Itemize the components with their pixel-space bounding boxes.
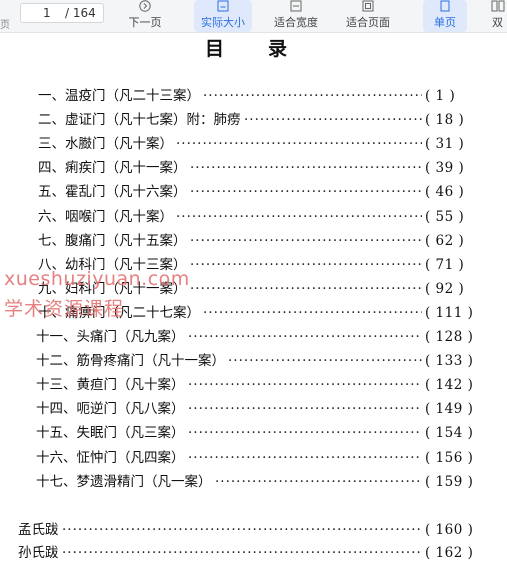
toc-entry[interactable]: 七、腹痛门（凡十五案） ·····························… (0, 230, 507, 252)
double-page-button[interactable]: 双 (488, 0, 507, 32)
next-page-icon (139, 0, 151, 12)
toc-leader-dots: ········································… (188, 449, 422, 466)
double-page-label: 双 (492, 16, 503, 29)
next-page-label: 下一页 (128, 16, 162, 29)
toc-title: 目录 (205, 38, 332, 60)
toc-entry[interactable]: 十四、呃逆门（凡八案） ·····························… (0, 398, 507, 420)
toc-leader-dots: ········································… (176, 136, 422, 153)
viewer-toolbar: 页 1 / 164 下一页 实际大小 适合宽度 适合页面 单页 双 (0, 0, 507, 33)
toc-entry-label: 孙氏跋 (18, 545, 59, 561)
toc-entry-label: 十七、梦遗滑精门（凡一案） (36, 473, 212, 490)
toc-entry-label: 五、霍乱门（凡十六案） (38, 184, 187, 201)
toc-entry[interactable]: 六、咽喉门（凡十案） ······························… (0, 206, 507, 228)
toc-leader-dots: ········································… (188, 401, 422, 418)
fit-page-label: 适合页面 (346, 16, 390, 29)
toc-entry-page: ( 31 ) (425, 136, 465, 153)
page-total: / 164 (65, 6, 96, 20)
toc-entry-label: 四、痢疾门（凡十一案） (38, 160, 187, 177)
double-page-icon (491, 0, 504, 12)
toc-leader-dots: ········································… (190, 280, 422, 297)
toc-entry-label: 三、水臌门（凡十案） (38, 136, 173, 153)
toc-entry-label: 十六、怔忡门（凡四案） (36, 449, 185, 466)
fit-width-icon (290, 0, 302, 12)
actual-size-label: 实际大小 (201, 16, 245, 29)
toc-entry-page: ( 154 ) (425, 425, 474, 442)
toc-entry[interactable]: 十六、怔忡门（凡四案） ·····························… (0, 447, 507, 469)
toc-leader-dots: ········································… (62, 545, 422, 561)
toc-entry-label: 二、虚证门（凡十七案）附：肺痨 (38, 112, 241, 129)
toc-entry[interactable]: 十二、筋骨疼痛门（凡十一案） ··························… (0, 350, 507, 372)
single-page-label: 单页 (434, 16, 456, 29)
page-current[interactable]: 1 (43, 4, 51, 22)
actual-size-button[interactable]: 实际大小 (194, 0, 252, 32)
toc-entry-page: ( 92 ) (425, 280, 465, 297)
toc-entry-page: ( 160 ) (425, 522, 474, 538)
toc-entry-label: 六、咽喉门（凡十案） (38, 208, 173, 225)
toc-entry-page: ( 162 ) (425, 545, 474, 561)
toc-entry-page: ( 111 ) (425, 304, 474, 321)
toc-entry[interactable]: 十五、失眠门（凡三案） ·····························… (0, 422, 507, 444)
toc-leader-dots: ········································… (190, 160, 422, 177)
toc-leader-dots: ········································… (188, 329, 422, 345)
toc-leader-dots: ········································… (188, 377, 422, 394)
toc-entry[interactable]: 孟氏跋 ·····································… (0, 519, 507, 541)
toc-entry-page: ( 1 ) (425, 88, 456, 104)
toc-entry[interactable]: 四、痢疾门（凡十一案） ·····························… (0, 157, 507, 179)
watermark-url: xueshuziyuan.com (4, 268, 190, 290)
toc-entry[interactable]: 孙氏跋 ·····································… (0, 542, 507, 564)
single-page-icon (440, 0, 450, 12)
fit-page-button[interactable]: 适合页面 (338, 0, 398, 32)
toc-leader-dots: ········································… (190, 256, 422, 273)
toc-entry-page: ( 46 ) (425, 184, 465, 201)
toc-entry-page: ( 71 ) (425, 256, 465, 273)
toc-entry[interactable]: 十一、头痛门（凡九案） ·····························… (0, 326, 507, 348)
toc-entry-label: 十四、呃逆门（凡八案） (36, 401, 185, 418)
toc-entry-label: 十三、黄疸门（凡十案） (36, 377, 185, 394)
toc-entry[interactable]: 三、水臌门（凡十案） ······························… (0, 133, 507, 155)
toc-leader-dots: ········································… (203, 88, 422, 104)
toc-entry-page: ( 133 ) (425, 353, 474, 370)
toc-entry-label: 十二、筋骨疼痛门（凡十一案） (36, 353, 225, 370)
toc-entry-page: ( 62 ) (425, 232, 465, 249)
toc-leader-dots: ········································… (228, 353, 422, 370)
single-page-button[interactable]: 单页 (423, 0, 467, 32)
toc-entry[interactable]: 一、温疫门（凡二十三案） ····························… (0, 85, 507, 107)
toc-leader-dots: ········································… (188, 425, 422, 442)
toc-entry-page: ( 55 ) (425, 208, 465, 225)
toc-entry-label: 十五、失眠门（凡三案） (36, 425, 185, 442)
toc-entry-page: ( 128 ) (425, 329, 474, 345)
watermark-text: 学术资源课程 (4, 298, 125, 320)
toc-leader-dots: ······································ (244, 112, 422, 129)
page-number-input[interactable]: 1 / 164 (20, 3, 104, 23)
toc-leader-dots: ········································… (190, 232, 422, 249)
toc-entry[interactable]: 十三、黄疸门（凡十案） ·····························… (0, 374, 507, 396)
toc-leader-dots: ········································… (190, 184, 422, 201)
toc-entry-page: ( 142 ) (425, 377, 474, 394)
actual-size-icon (217, 0, 229, 12)
toc-entry-label: 七、腹痛门（凡十五案） (38, 232, 187, 249)
fit-width-label: 适合宽度 (274, 16, 318, 29)
toc-entry-page: ( 18 ) (425, 112, 465, 129)
toc-entry-page: ( 156 ) (425, 449, 474, 466)
toc-leader-dots: ········································… (62, 522, 422, 538)
toc-entry[interactable]: 二、虚证门（凡十七案）附：肺痨 ·························… (0, 109, 507, 131)
toc-leader-dots: ········································… (215, 473, 422, 490)
toc-leader-dots: ········································… (176, 208, 422, 225)
toc-entry-page: ( 39 ) (425, 160, 465, 177)
toc-entry-label: 一、温疫门（凡二十三案） (38, 88, 200, 104)
toolbar-cut-label: 页 (0, 20, 10, 31)
toc-entry-label: 十一、头痛门（凡九案） (36, 329, 185, 345)
toc-entry-page: ( 159 ) (425, 473, 474, 490)
toc-entry[interactable]: 十七、梦遗滑精门（凡一案） ···························… (0, 471, 507, 493)
toc-entry-label: 孟氏跋 (18, 522, 59, 538)
fit-width-button[interactable]: 适合宽度 (266, 0, 326, 32)
toc-entry-page: ( 149 ) (425, 401, 474, 418)
toc-leader-dots: ········································… (203, 304, 422, 321)
toc-entry[interactable]: 五、霍乱门（凡十六案） ·····························… (0, 181, 507, 203)
fit-page-icon (362, 0, 374, 12)
next-page-button[interactable]: 下一页 (122, 0, 168, 32)
